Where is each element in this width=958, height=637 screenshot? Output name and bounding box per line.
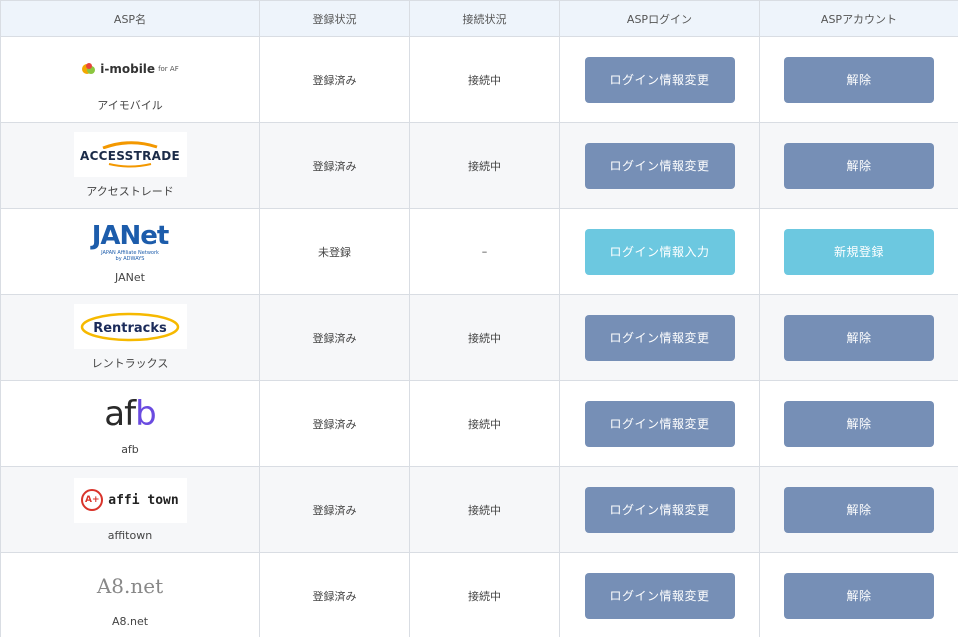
table-header-row: ASP名 登録状況 接続状況 ASPログイン ASPアカウント [0,0,958,37]
connection-status: – [409,208,560,295]
unlink-button[interactable]: 解除 [784,142,934,189]
connection-status: 接続中 [409,466,560,553]
unlink-button[interactable]: 解除 [784,572,934,619]
rentracks-swoosh-icon: Rentracks [80,312,180,341]
a8-logo: A8.net [74,564,187,609]
a8-wordmark: A8.net [96,574,164,598]
rentracks-wordmark: Rentracks [93,321,167,336]
registration-status: 登録済み [259,380,410,467]
afb-logo: afb [74,392,187,437]
header-registration-status: 登録状況 [259,0,410,37]
accesstrade-arc-icon [102,140,158,149]
unlink-button[interactable]: 解除 [784,56,934,103]
asp-cell: afb afb [1,392,259,456]
login-info-input-button[interactable]: ログイン情報入力 [584,228,735,275]
affitown-logo: A+ affi town [73,477,187,523]
connection-status: 接続中 [409,294,560,381]
asp-name: レントラックス [91,357,169,370]
registration-status: 登録済み [259,466,410,553]
table-row: A8.net A8.net 登録済み 接続中 ログイン情報変更 解除 [0,552,958,637]
asp-name: A8.net [111,614,149,628]
connection-status: 接続中 [409,552,560,637]
login-info-change-button[interactable]: ログイン情報変更 [584,142,735,189]
login-info-change-button[interactable]: ログイン情報変更 [584,56,735,103]
header-asp-login: ASPログイン [559,0,760,37]
header-asp-account: ASPアカウント [759,0,958,37]
asp-name: アクセストレード [86,185,174,198]
table-row: A+ affi town affitown 登録済み 接続中 ログイン情報変更 … [0,466,958,553]
login-info-change-button[interactable]: ログイン情報変更 [584,486,735,533]
asp-cell: ACCESSTRADE アクセストレード [1,132,259,199]
unlink-button[interactable]: 解除 [784,314,934,361]
unlink-button[interactable]: 解除 [784,486,934,533]
table-row: Rentracks レントラックス 登録済み 接続中 ログイン情報変更 解除 [0,294,958,381]
asp-cell: JANet JAPAN Affiliate Network by ADWAYS … [1,220,259,284]
registration-status: 登録済み [259,122,410,209]
registration-status: 登録済み [259,552,410,637]
table-row: i-mobile for AF アイモバイル 登録済み 接続中 ログイン情報変更… [0,36,958,123]
affitown-wordmark: affi town [108,492,179,508]
header-connection-status: 接続状況 [409,0,560,37]
janet-byline: by ADWAYS [115,256,145,262]
connection-status: 接続中 [409,380,560,467]
imobile-wordmark-sub: for AF [158,64,179,73]
table-row: afb afb 登録済み 接続中 ログイン情報変更 解除 [0,380,958,467]
asp-name: アイモバイル [97,99,163,112]
imobile-logo: i-mobile for AF [74,46,187,91]
asp-cell: i-mobile for AF アイモバイル [1,46,259,113]
table-row: JANet JAPAN Affiliate Network by ADWAYS … [0,208,958,295]
afb-wordmark-af: af [104,394,136,434]
connection-status: 接続中 [409,122,560,209]
accesstrade-logo: ACCESSTRADE [73,132,187,177]
asp-table: ASP名 登録状況 接続状況 ASPログイン ASPアカウント i-mobile… [0,0,958,637]
affitown-badge-icon: A+ [81,489,104,511]
afb-wordmark-b: b [135,394,157,434]
header-asp-name: ASP名 [0,0,260,37]
connection-status: 接続中 [409,36,560,123]
registration-status: 登録済み [259,36,410,123]
asp-name: affitown [107,528,153,542]
imobile-mark-icon [82,62,96,74]
asp-name: afb [121,442,139,456]
login-info-change-button[interactable]: ログイン情報変更 [584,314,735,361]
asp-name: JANet [115,270,145,284]
login-info-change-button[interactable]: ログイン情報変更 [584,572,735,619]
table-row: ACCESSTRADE アクセストレード 登録済み 接続中 ログイン情報変更 解… [0,122,958,209]
asp-cell: A8.net A8.net [1,564,259,628]
imobile-wordmark: i-mobile [100,61,156,76]
janet-logo: JANet JAPAN Affiliate Network by ADWAYS [74,220,187,265]
unlink-button[interactable]: 解除 [784,400,934,447]
janet-wordmark: JANet [91,221,170,251]
accesstrade-underline-icon [108,162,152,167]
asp-cell: A+ affi town affitown [1,477,259,542]
registration-status: 未登録 [259,208,410,295]
asp-cell: Rentracks レントラックス [1,304,259,371]
login-info-change-button[interactable]: ログイン情報変更 [584,400,735,447]
registration-status: 登録済み [259,294,410,381]
accesstrade-wordmark: ACCESSTRADE [79,148,180,163]
new-registration-button[interactable]: 新規登録 [784,228,934,275]
rentracks-logo: Rentracks [73,304,187,349]
